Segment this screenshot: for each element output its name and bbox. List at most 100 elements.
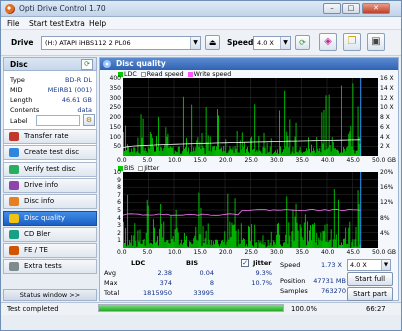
- ldc-bar: [306, 150, 308, 156]
- bis-bar: [241, 240, 243, 248]
- toolbar: Drive (H:) ATAPI iHBS112 2 PL06 ▼ ⏏ Spee…: [1, 30, 401, 56]
- samples-label: Samples: [280, 287, 308, 295]
- bis-bar: [152, 219, 154, 248]
- x-tick-label: 15.0: [193, 249, 207, 256]
- bis-bar: [132, 245, 134, 248]
- label-settings-button[interactable]: ⚙: [83, 114, 95, 126]
- disc-type-key: Type: [10, 76, 25, 84]
- status-window-button[interactable]: Status window >>: [3, 289, 97, 301]
- nav-disc-info[interactable]: Disc info: [3, 194, 97, 210]
- bis-bar: [341, 242, 342, 248]
- menu-file[interactable]: File: [7, 19, 20, 28]
- nav-cd-bler[interactable]: CD Bler: [3, 226, 97, 242]
- ldc-bar: [128, 146, 130, 156]
- ldc-bar: [285, 146, 287, 156]
- eject-button[interactable]: ⏏: [205, 35, 220, 50]
- bis-bar: [172, 236, 174, 248]
- ldc-bar: [252, 149, 254, 156]
- bis-bar: [310, 225, 311, 248]
- bis-bar: [227, 193, 229, 248]
- erase-button[interactable]: ◈: [319, 33, 337, 51]
- ldc-bar: [174, 150, 176, 156]
- current-speed-value: 1.73 X: [321, 261, 342, 269]
- ldc-bar: [251, 136, 253, 156]
- bis-bar: [220, 243, 222, 248]
- ldc-bar: [298, 150, 300, 156]
- ldc-bar: [301, 153, 303, 156]
- nav-create-test-disc[interactable]: Create test disc: [3, 145, 97, 161]
- ldc-bar: [183, 148, 185, 156]
- nav-fe-te[interactable]: FE / TE: [3, 243, 97, 259]
- minimize-button[interactable]: –: [323, 3, 341, 14]
- ldc-bar: [271, 154, 273, 156]
- close-button[interactable]: ✕: [362, 3, 390, 14]
- ldc-bar: [345, 151, 347, 156]
- nav-label: Verify test disc: [24, 164, 76, 173]
- stats-avg-bis: 0.04: [199, 269, 214, 277]
- disc-label-input[interactable]: [36, 115, 80, 126]
- ldc-y-right-tick: 2 X: [380, 143, 390, 151]
- ldc-bar: [311, 144, 313, 156]
- refresh-button[interactable]: ⟳: [295, 35, 310, 50]
- maximize-button[interactable]: □: [342, 3, 360, 14]
- ldc-bar: [161, 147, 163, 156]
- start-full-button[interactable]: Start full: [347, 272, 393, 286]
- bis-bar: [123, 221, 124, 248]
- menu-help[interactable]: Help: [89, 19, 106, 28]
- copy-button[interactable]: ❐: [343, 33, 361, 51]
- ldc-bar: [261, 153, 263, 156]
- title-bar: Opti Drive Control 1.70 – □ ✕: [1, 1, 401, 17]
- ldc-bar: [292, 147, 294, 156]
- bis-y-right-tick: 12%: [380, 199, 394, 207]
- ldc-bar: [223, 145, 225, 156]
- bis-bar: [312, 224, 314, 248]
- ldc-bar: [266, 143, 268, 156]
- bis-bar: [242, 238, 244, 248]
- save-button[interactable]: ▣: [367, 33, 385, 51]
- bis-bar: [232, 225, 234, 248]
- nav-drive-info[interactable]: Drive info: [3, 177, 97, 193]
- nav-disc-quality[interactable]: Disc quality: [3, 210, 97, 226]
- legend-item-jitter: Jitter: [138, 165, 159, 172]
- bis-bar: [256, 242, 258, 248]
- start-part-button[interactable]: Start part: [347, 287, 393, 301]
- ldc-bar: [234, 146, 236, 156]
- ldc-bar: [256, 150, 258, 156]
- position-value: 47731 MB: [313, 277, 346, 285]
- ldc-bar: [229, 146, 231, 156]
- jitter-checkbox[interactable]: ✓: [241, 259, 249, 267]
- test-speed-select[interactable]: 4.0 X ▼: [347, 259, 391, 271]
- ldc-bar: [221, 147, 223, 156]
- ldc-bar: [237, 152, 239, 156]
- nav-icon: [9, 229, 19, 239]
- ldc-y-left-tick: 350: [109, 84, 121, 92]
- menu-extra[interactable]: Extra: [65, 19, 85, 28]
- ldc-bar: [212, 146, 214, 156]
- drive-select[interactable]: (H:) ATAPI iHBS112 2 PL06 ▼: [41, 36, 201, 50]
- bis-bar: [126, 246, 128, 248]
- x-tick-label: 20.0: [219, 249, 233, 256]
- nav-transfer-rate[interactable]: Transfer rate: [3, 129, 97, 144]
- chevron-down-icon: ▼: [190, 37, 200, 49]
- nav-verify-test-disc[interactable]: Verify test disc: [3, 161, 97, 177]
- stats-max-ldc: 374: [159, 279, 172, 287]
- nav-extra-tests[interactable]: Extra tests: [3, 259, 97, 275]
- ldc-bar: [257, 151, 259, 156]
- bis-bar: [167, 240, 169, 248]
- bis-bar: [352, 239, 354, 248]
- bis-bar: [346, 243, 348, 248]
- ldc-bar: [204, 153, 206, 156]
- ldc-bar: [309, 148, 310, 156]
- speed-select[interactable]: 4.0 X ▼: [253, 36, 291, 50]
- menu-start-test[interactable]: Start test: [29, 19, 64, 28]
- refresh-disc-icon[interactable]: ⟳: [81, 59, 93, 70]
- ldc-bar: [259, 150, 261, 156]
- nav-icon: [9, 213, 19, 223]
- bis-bar: [137, 230, 139, 248]
- nav-label: Transfer rate: [24, 132, 69, 140]
- ldc-y-right-tick: 10 X: [380, 104, 394, 112]
- bis-bar: [319, 240, 321, 248]
- bis-bar: [157, 236, 159, 248]
- bis-bar: [255, 242, 257, 248]
- ldc-bar: [336, 149, 338, 156]
